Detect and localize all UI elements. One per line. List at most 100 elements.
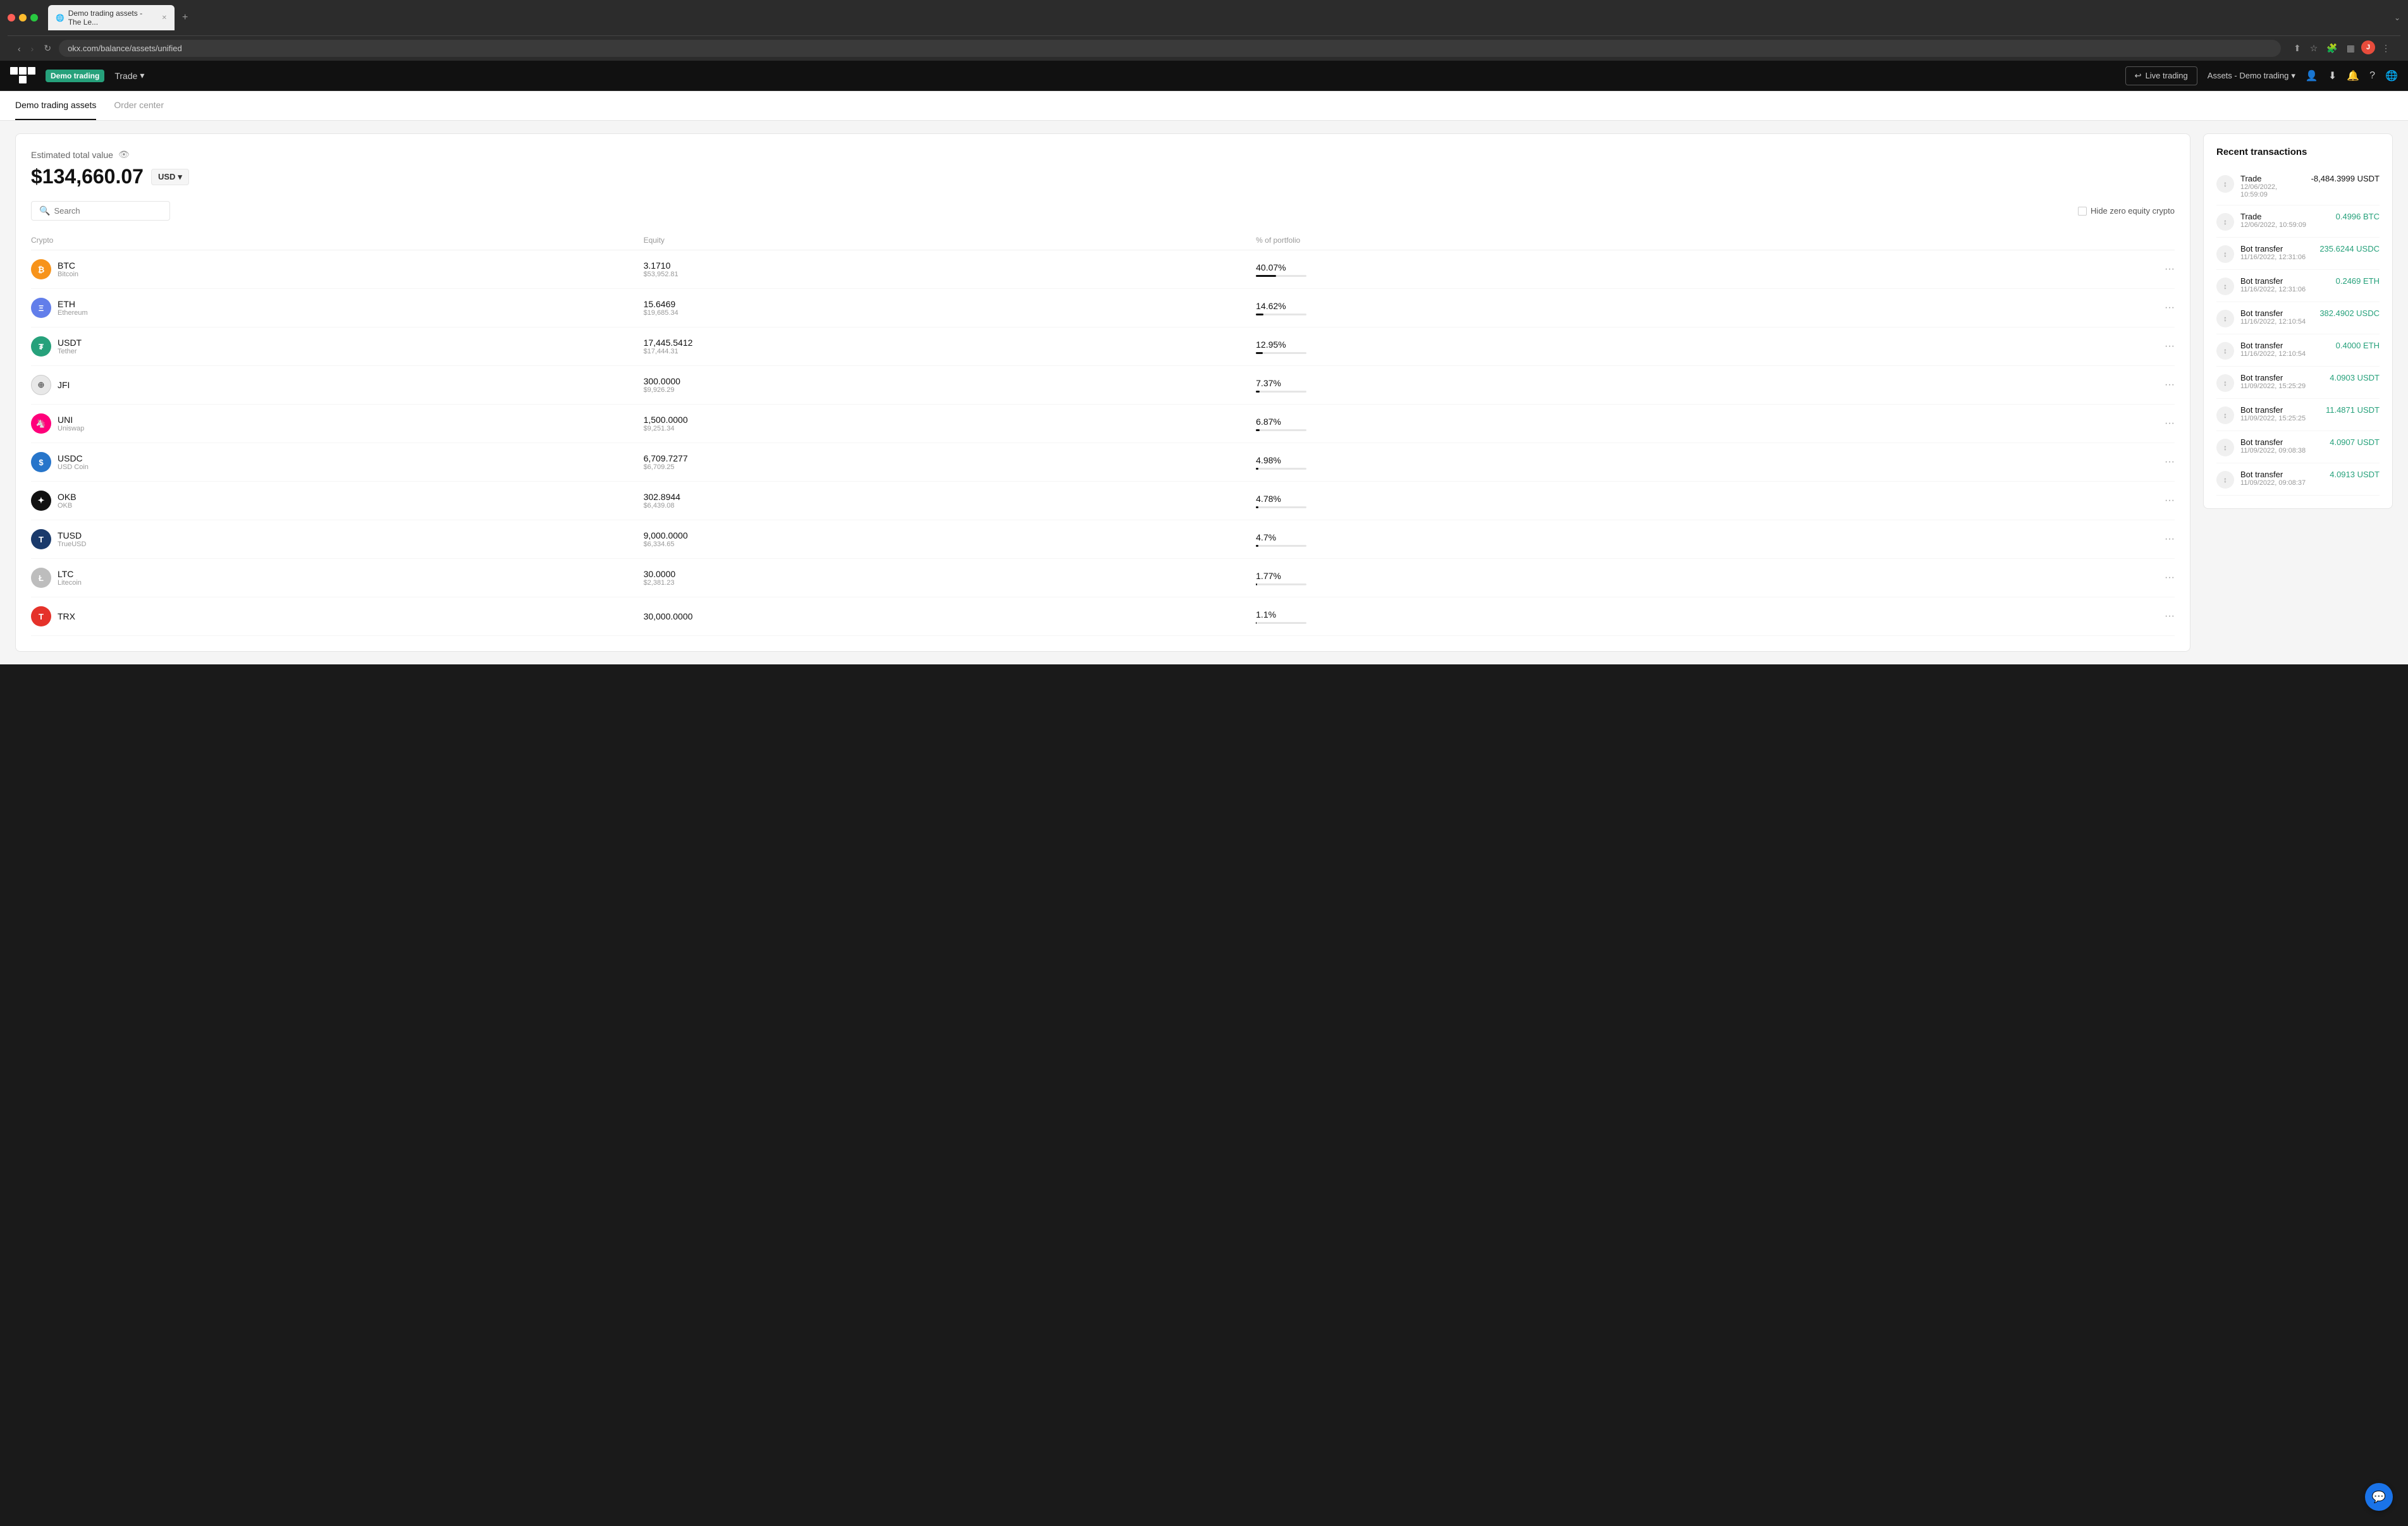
asset-info: Ł LTC Litecoin: [31, 568, 644, 588]
transaction-item[interactable]: ↕ Bot transfer 11/09/2022, 09:08:37 4.09…: [2216, 463, 2380, 496]
live-trading-button[interactable]: ↩ Live trading: [2125, 66, 2197, 85]
tx-type: Bot transfer: [2240, 437, 2306, 447]
transaction-item[interactable]: ↕ Trade 12/06/2022, 10:59:09 0.4996 BTC: [2216, 205, 2380, 238]
table-header: Crypto Equity % of portfolio: [31, 231, 2175, 250]
transaction-item[interactable]: ↕ Bot transfer 11/09/2022, 15:25:25 11.4…: [2216, 399, 2380, 431]
search-icon: 🔍: [39, 205, 50, 216]
tab-close-icon[interactable]: ✕: [162, 15, 167, 21]
transaction-item[interactable]: ↕ Bot transfer 11/09/2022, 15:25:29 4.09…: [2216, 367, 2380, 399]
download-icon[interactable]: ⬇: [2328, 70, 2337, 82]
portfolio-pct: 1.77%: [1256, 571, 1869, 581]
asset-info: $ USDC USD Coin: [31, 452, 644, 472]
transaction-item[interactable]: ↕ Trade 12/06/2022, 10:59:09 -8,484.3999…: [2216, 168, 2380, 205]
asset-equity: 1,500.0000 $9,251.34: [644, 415, 1256, 432]
tx-type: Trade: [2240, 174, 2305, 183]
progress-fill: [1256, 275, 1276, 277]
currency-selector[interactable]: USD ▾: [151, 169, 189, 185]
chat-button[interactable]: 💬: [2365, 1483, 2393, 1511]
tab-demo-trading-assets[interactable]: Demo trading assets: [15, 91, 96, 120]
asset-more-button[interactable]: ···: [1869, 456, 2175, 468]
table-row: $ USDC USD Coin 6,709.7277 $6,709.25 4.9…: [31, 443, 2175, 482]
asset-more-button[interactable]: ···: [1869, 341, 2175, 352]
asset-info: ₿ BTC Bitcoin: [31, 259, 644, 279]
back-button[interactable]: ‹: [15, 41, 23, 56]
progress-fill: [1256, 468, 1258, 470]
right-panel: Recent transactions ↕ Trade 12/06/2022, …: [2203, 133, 2393, 509]
refresh-button[interactable]: ↻: [41, 40, 54, 56]
transaction-item[interactable]: ↕ Bot transfer 11/16/2022, 12:10:54 0.40…: [2216, 334, 2380, 367]
sidebar-icon[interactable]: ▦: [2344, 40, 2357, 56]
bell-icon[interactable]: 🔔: [2347, 70, 2359, 82]
more-options-icon[interactable]: ⋮: [2379, 40, 2393, 56]
app-nav: Demo trading Trade ▾ ↩ Live trading Asse…: [0, 61, 2408, 91]
extensions-icon[interactable]: 🧩: [2324, 40, 2340, 56]
transaction-item[interactable]: ↕ Bot transfer 11/16/2022, 12:31:06 235.…: [2216, 238, 2380, 270]
progress-fill: [1256, 545, 1258, 547]
assets-dropdown[interactable]: Assets - Demo trading ▾: [2208, 71, 2295, 81]
equity-usd: $6,334.65: [644, 540, 1256, 548]
user-icon[interactable]: 👤: [2306, 70, 2318, 82]
bookmark-icon[interactable]: ☆: [2307, 40, 2321, 56]
search-row: 🔍 Hide zero equity crypto: [31, 201, 2175, 221]
table-row: ₮ USDT Tether 17,445.5412 $17,444.31 12.…: [31, 327, 2175, 366]
search-box[interactable]: 🔍: [31, 201, 170, 221]
tx-date: 11/16/2022, 12:31:06: [2240, 286, 2306, 293]
asset-more-button[interactable]: ···: [1869, 495, 2175, 506]
window-expand-icon[interactable]: ⌄: [2394, 13, 2400, 22]
trade-menu[interactable]: Trade ▾: [114, 70, 144, 81]
tx-icon: ↕: [2216, 439, 2234, 456]
asset-more-button[interactable]: ···: [1869, 534, 2175, 545]
asset-more-button[interactable]: ···: [1869, 418, 2175, 429]
logo[interactable]: [10, 67, 35, 85]
hide-zero-checkbox-row[interactable]: Hide zero equity crypto: [2078, 206, 2175, 216]
tx-amount: -8,484.3999 USDT: [2311, 174, 2380, 183]
asset-more-button[interactable]: ···: [1869, 572, 2175, 583]
trade-menu-chevron: ▾: [140, 70, 144, 81]
tx-icon: ↕: [2216, 342, 2234, 360]
equity-usd: $9,251.34: [644, 425, 1256, 432]
help-icon[interactable]: ?: [2369, 70, 2375, 82]
table-row: T TUSD TrueUSD 9,000.0000 $6,334.65 4.7%…: [31, 520, 2175, 559]
equity-value: 15.6469: [644, 299, 1256, 309]
search-input[interactable]: [54, 206, 165, 216]
crypto-icon: 🦄: [31, 413, 51, 434]
traffic-lights: [8, 14, 38, 21]
page-tabs: Demo trading assets Order center: [0, 91, 2408, 121]
tx-left: ↕ Bot transfer 11/09/2022, 15:25:29: [2216, 373, 2306, 392]
tx-type: Bot transfer: [2240, 244, 2306, 253]
asset-more-button[interactable]: ···: [1869, 302, 2175, 314]
close-button[interactable]: [8, 14, 15, 21]
hide-balance-icon[interactable]: 👁: [118, 149, 130, 160]
transaction-item[interactable]: ↕ Bot transfer 11/16/2022, 12:10:54 382.…: [2216, 302, 2380, 334]
asset-name: USD Coin: [58, 463, 89, 471]
active-tab[interactable]: 🌐 Demo trading assets - The Le... ✕: [48, 5, 175, 30]
portfolio-pct: 4.98%: [1256, 455, 1869, 465]
asset-more-button[interactable]: ···: [1869, 379, 2175, 391]
tab-title: Demo trading assets - The Le...: [68, 9, 156, 27]
fullscreen-button[interactable]: [30, 14, 38, 21]
asset-symbol: USDT: [58, 338, 82, 348]
forward-button[interactable]: ›: [28, 41, 37, 56]
progress-bar: [1256, 506, 1306, 508]
url-input[interactable]: [59, 40, 2281, 57]
tx-type: Bot transfer: [2240, 308, 2306, 318]
portfolio-pct: 12.95%: [1256, 339, 1869, 350]
profile-avatar[interactable]: J: [2361, 40, 2375, 54]
share-icon[interactable]: ⬆: [2291, 40, 2304, 56]
new-tab-button[interactable]: +: [177, 9, 193, 26]
asset-more-button[interactable]: ···: [1869, 264, 2175, 275]
tx-date: 11/16/2022, 12:31:06: [2240, 253, 2306, 261]
asset-equity: 15.6469 $19,685.34: [644, 299, 1256, 317]
tx-date: 12/06/2022, 10:59:09: [2240, 183, 2305, 198]
globe-icon[interactable]: 🌐: [2385, 70, 2398, 82]
transaction-item[interactable]: ↕ Bot transfer 11/16/2022, 12:31:06 0.24…: [2216, 270, 2380, 302]
asset-more-button[interactable]: ···: [1869, 611, 2175, 622]
portfolio-pct: 40.07%: [1256, 262, 1869, 272]
tab-order-center[interactable]: Order center: [114, 91, 164, 120]
asset-portfolio: 4.98%: [1256, 455, 1869, 470]
tx-amount: 0.4996 BTC: [2336, 212, 2380, 221]
minimize-button[interactable]: [19, 14, 27, 21]
transaction-item[interactable]: ↕ Bot transfer 11/09/2022, 09:08:38 4.09…: [2216, 431, 2380, 463]
hide-zero-checkbox[interactable]: [2078, 207, 2087, 216]
table-row: Ξ ETH Ethereum 15.6469 $19,685.34 14.62%…: [31, 289, 2175, 327]
